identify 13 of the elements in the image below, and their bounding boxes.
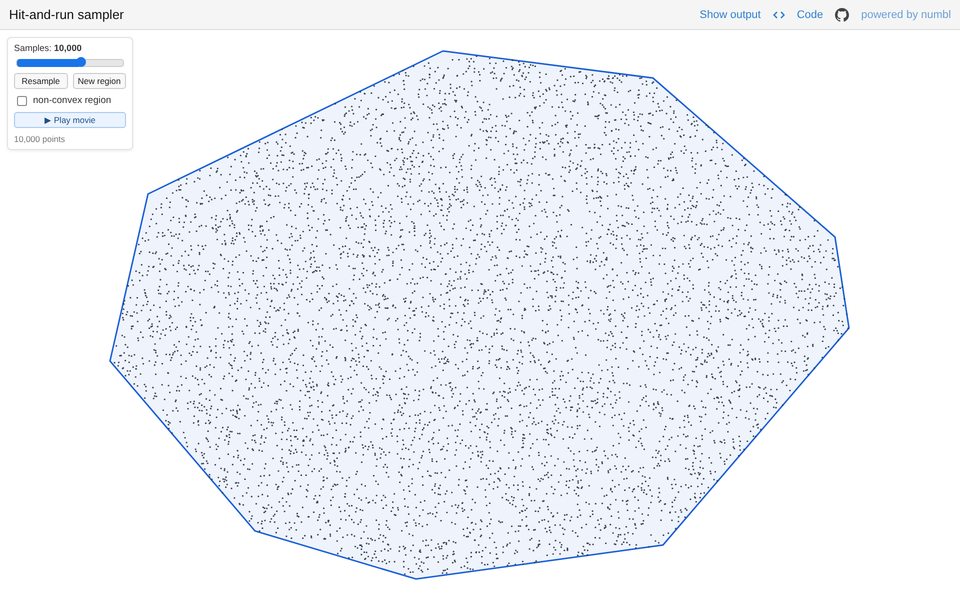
play-movie-button[interactable]: ▶ Play movie — [14, 112, 126, 128]
github-icon — [835, 8, 850, 22]
show-output-link[interactable]: Show output — [700, 8, 761, 20]
samples-slider[interactable] — [16, 59, 124, 67]
point-count: 10,000 points — [14, 134, 66, 144]
app-title: Hit-and-run sampler — [9, 7, 125, 22]
code-icon — [772, 10, 785, 18]
new-region-button[interactable]: New region — [72, 73, 126, 89]
samples-label: Samples: 10,000 — [14, 43, 83, 53]
code-link[interactable]: Code — [796, 8, 824, 20]
resample-button[interactable]: Resample — [14, 73, 68, 89]
checkbox[interactable] — [17, 96, 27, 106]
checkbox-label: non-convex region — [33, 95, 112, 106]
